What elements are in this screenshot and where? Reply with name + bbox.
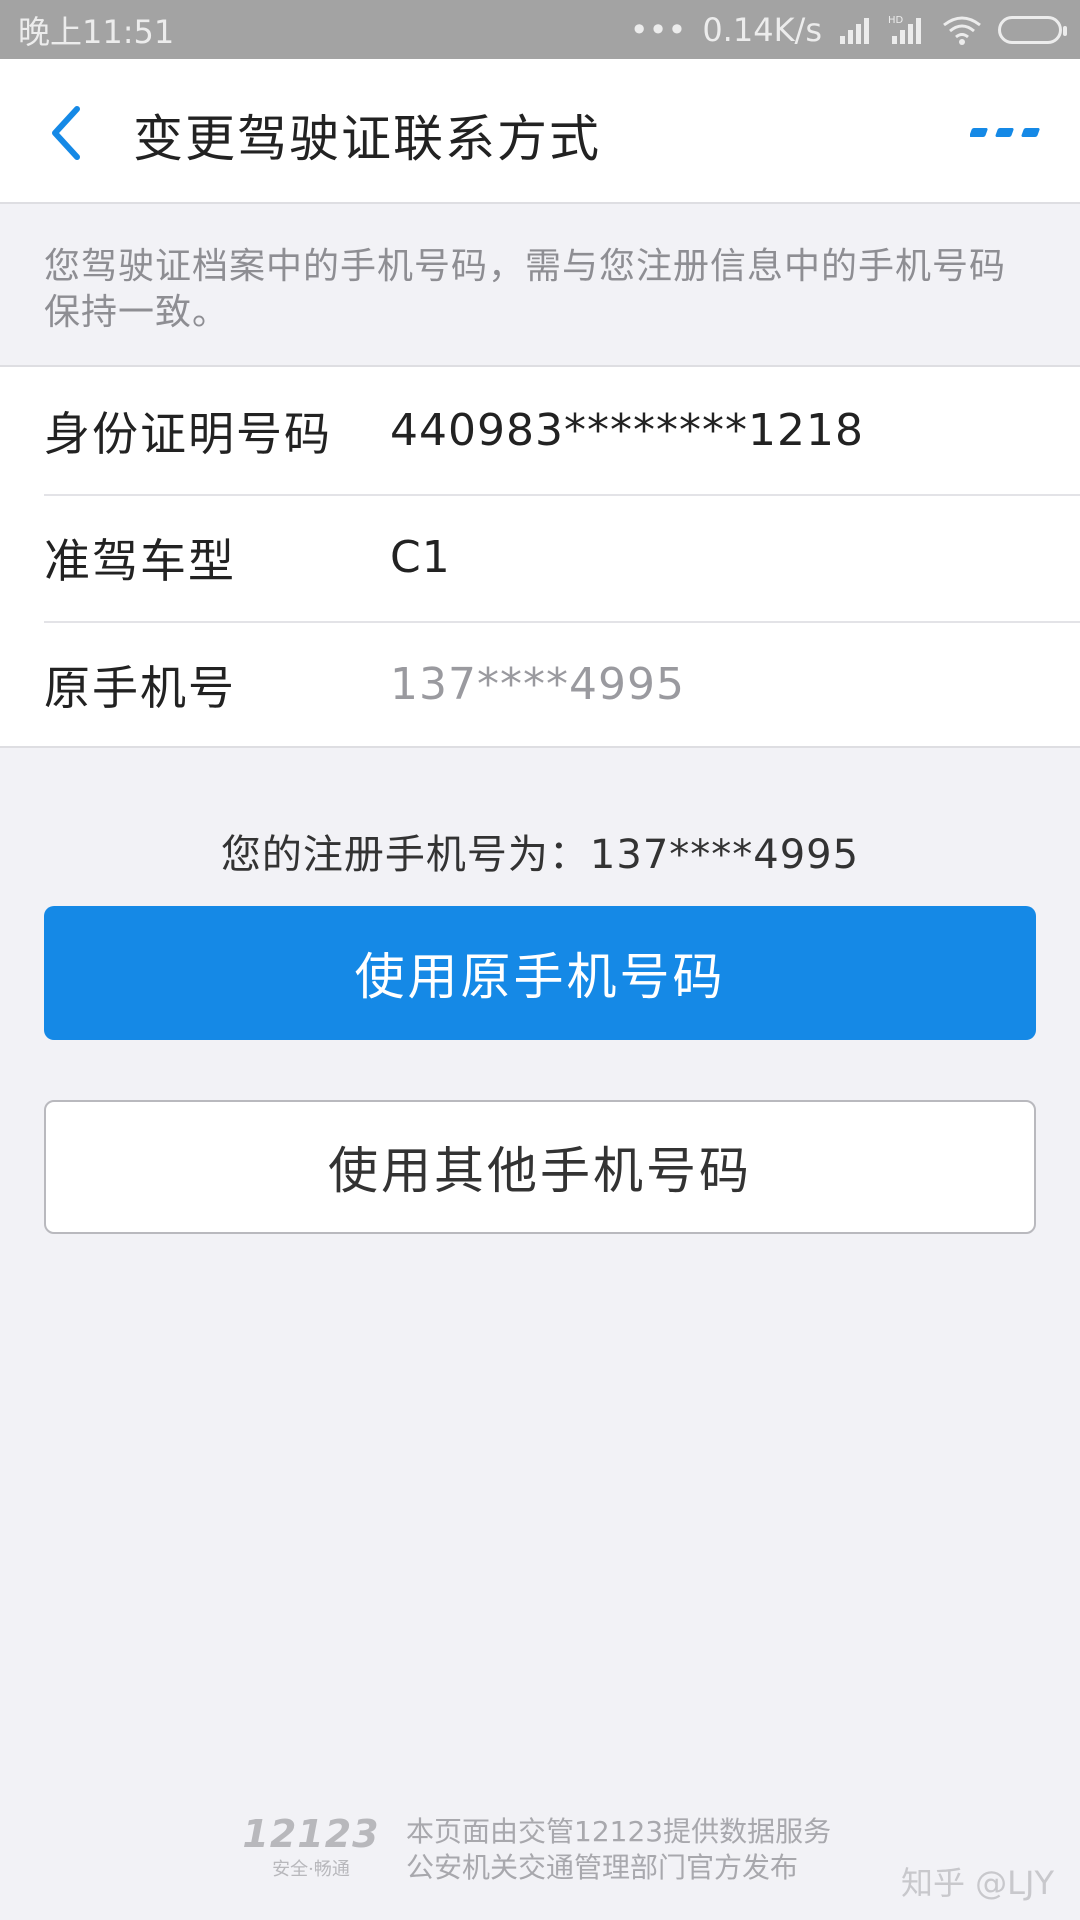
network-speed: 0.14K/s [702,10,822,49]
battery-icon [998,15,1067,44]
watermark: 知乎 @LJY [901,1864,1054,1902]
original-phone-label: 原手机号 [44,660,236,715]
status-time: 晚上11:51 [18,12,175,51]
more-dots-icon [970,128,1040,137]
footer-text: 本页面由交管12123提供数据服务 公安机关交通管理部门官方发布 [406,1814,831,1886]
id-number-value: 440983********1218 [390,405,864,456]
svg-text:HD: HD [888,15,904,26]
signal-icon [838,16,872,44]
vehicle-class-label: 准驾车型 [44,533,236,588]
info-row-id-number: 身份证明号码 440983********1218 [0,367,1080,494]
hd-signal-icon: HD [888,14,926,46]
chevron-left-icon [52,106,80,160]
license-info-list: 身份证明号码 440983********1218 准驾车型 C1 原手机号 1… [0,367,1080,748]
notice-text: 您驾驶证档案中的手机号码，需与您注册信息中的手机号码保持一致。 [0,204,1080,367]
navigation-bar: 变更驾驶证联系方式 [0,59,1080,204]
vehicle-class-value: C1 [390,532,451,583]
wifi-icon [942,15,982,45]
footer: 12123 安全·畅通 本页面由交管12123提供数据服务 公安机关交通管理部门… [242,1812,846,1902]
info-row-original-phone: 原手机号 137****4995 [0,621,1080,748]
footer-line-1: 本页面由交管12123提供数据服务 [406,1815,832,1848]
app-logo: 12123 安全·畅通 [242,1812,378,1902]
status-icons: ••• 0.14K/s HD [629,10,1067,49]
page-title: 变更驾驶证联系方式 [133,110,601,168]
info-row-vehicle-class: 准驾车型 C1 [0,494,1080,621]
original-phone-value: 137****4995 [390,659,685,710]
logo-slogan: 安全·畅通 [272,1859,350,1880]
registered-phone-text: 您的注册手机号为：137****4995 [220,832,860,878]
use-other-phone-button[interactable]: 使用其他手机号码 [44,1100,1036,1234]
back-button[interactable] [40,103,90,163]
footer-line-2: 公安机关交通管理部门官方发布 [406,1851,799,1884]
logo-number: 12123 [242,1812,380,1856]
more-dots-status-icon: ••• [629,10,687,49]
id-number-label: 身份证明号码 [44,406,332,461]
more-button[interactable] [970,115,1040,151]
status-bar: 晚上11:51 ••• 0.14K/s HD [0,0,1080,59]
use-original-phone-button[interactable]: 使用原手机号码 [44,906,1036,1040]
